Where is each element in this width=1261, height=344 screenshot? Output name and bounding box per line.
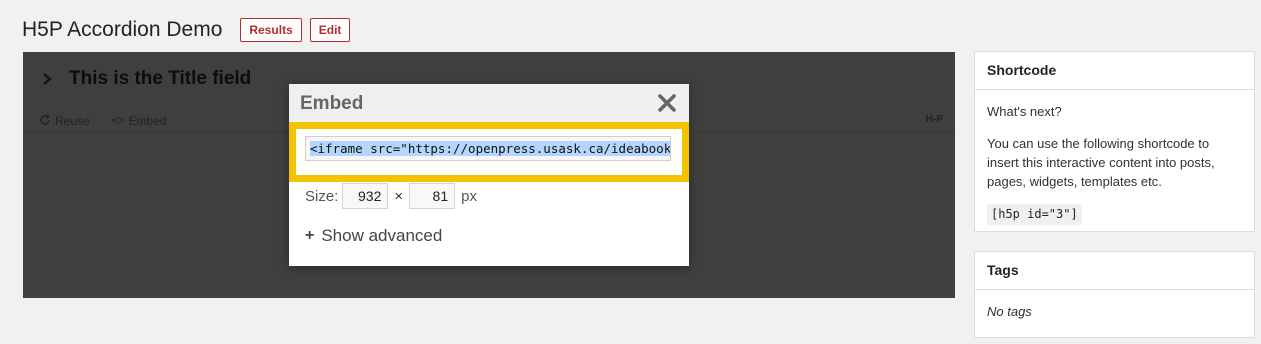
width-input[interactable]: 932 [342, 183, 389, 209]
unit-label: px [461, 187, 477, 205]
embed-label: Embed [128, 114, 167, 128]
embed-code-highlight: <iframe src="https://openpress.usask.ca/… [289, 122, 689, 182]
dialog-titlebar: Embed [289, 84, 689, 122]
shortcode-description: You can use the following shortcode to i… [987, 136, 1215, 189]
show-advanced-toggle[interactable]: + Show advanced [305, 226, 442, 246]
no-tags-text: No tags [987, 304, 1032, 319]
accordion-title: This is the Title field [69, 68, 252, 89]
shortcode-box: Shortcode What's next? You can use the f… [974, 51, 1255, 232]
tags-box-title: Tags [975, 252, 1254, 290]
reuse-label: Reuse [55, 114, 90, 128]
embed-code-icon: <> [111, 115, 125, 127]
h5p-logo: H-P [925, 114, 943, 125]
reuse-button[interactable]: Reuse [39, 113, 90, 129]
page-title: H5P Accordion Demo [22, 18, 223, 41]
results-button[interactable]: Results [240, 18, 302, 42]
page-header: H5P Accordion Demo Results Edit [22, 18, 351, 42]
reuse-icon [39, 113, 51, 129]
close-icon[interactable] [657, 93, 677, 113]
dialog-title: Embed [300, 93, 364, 114]
times-symbol: × [394, 187, 404, 205]
shortcode-box-body: What's next? You can use the following s… [975, 90, 1254, 225]
plus-icon: + [305, 227, 315, 244]
height-input[interactable]: 81 [409, 183, 456, 209]
embed-dialog: Embed <iframe src="https://openpress.usa… [289, 84, 689, 266]
edit-button[interactable]: Edit [309, 18, 351, 42]
embed-code-field[interactable]: <iframe src="https://openpress.usask.ca/… [305, 136, 671, 161]
tags-box-body: No tags [975, 290, 1254, 321]
shortcode-box-title: Shortcode [975, 52, 1254, 90]
page: H5P Accordion Demo Results Edit This is … [0, 0, 1261, 344]
tags-box: Tags No tags [974, 251, 1255, 338]
whats-next-text: What's next? [987, 104, 1062, 119]
size-label: Size: [305, 187, 339, 205]
embed-button[interactable]: <> Embed [112, 114, 167, 128]
show-advanced-label: Show advanced [321, 226, 443, 245]
embed-code-text: <iframe src="https://openpress.usask.ca/… [310, 141, 670, 156]
chevron-right-icon [41, 72, 57, 86]
size-row: Size: 932 × 81 px [305, 182, 477, 210]
shortcode-value[interactable]: [h5p id="3"] [987, 204, 1082, 225]
